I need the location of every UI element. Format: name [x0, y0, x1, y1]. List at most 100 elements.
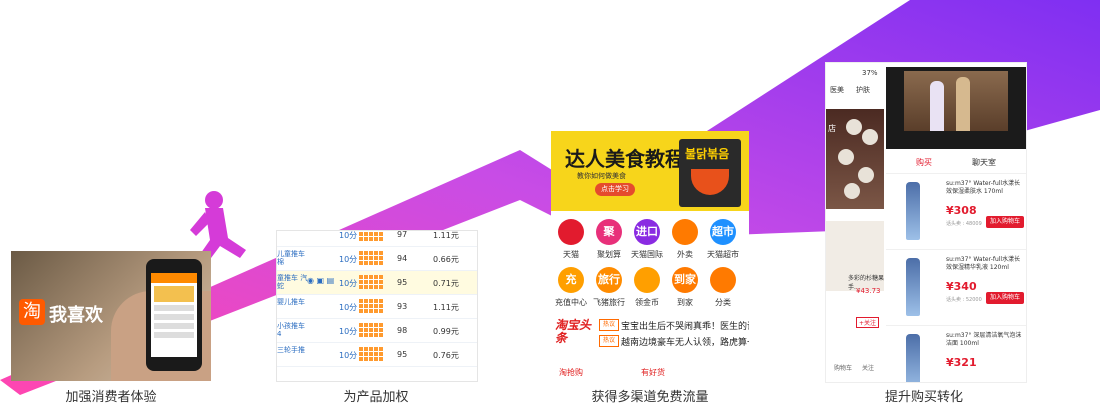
shortcut-icon[interactable]: 超市: [710, 219, 736, 245]
rank-grid-icon: [359, 347, 383, 361]
score: 95: [397, 278, 408, 287]
tab-chat[interactable]: 聊天室: [972, 157, 996, 168]
follow-nav[interactable]: 关注: [862, 363, 874, 372]
shortcut-icon[interactable]: [634, 267, 660, 293]
score: 98: [397, 326, 408, 335]
price: 1.11元: [433, 303, 459, 312]
rank-grid-icon: [359, 251, 383, 265]
table-row[interactable]: 儿童推车 棉 10分 94 0.66元: [277, 247, 477, 271]
duration: 10分: [339, 231, 358, 240]
sales-count: 话头卖 : 52000: [946, 297, 982, 303]
shortcut-icon[interactable]: 聚: [596, 219, 622, 245]
headline-news[interactable]: 淘宝头条 热议 宝宝出生后不哭闹真乖！医生的话... 热议 越南边境豪车无人认领…: [551, 317, 749, 357]
tab-buy[interactable]: 购买: [916, 157, 932, 168]
shortcut-label: 领金币: [635, 298, 659, 307]
bottle-icon: [906, 258, 920, 316]
learn-button[interactable]: 点击学习: [595, 183, 635, 196]
news-text[interactable]: 越南边境豪车无人认领，路虎算一...: [621, 335, 749, 348]
phone-screen: [151, 273, 197, 357]
add-to-cart-button[interactable]: 加入购物车: [986, 292, 1024, 304]
score: 93: [397, 302, 408, 311]
product-name[interactable]: su:m37° Water-full水漾长效保湿柔肤水 170ml: [946, 180, 1024, 196]
left-tab[interactable]: 医美: [830, 85, 844, 95]
duration: 10分: [339, 351, 358, 360]
rank-grid-icon: [359, 299, 383, 313]
taobao-logo-icon: 淘: [19, 299, 45, 325]
duration: 10分: [339, 303, 358, 312]
table-row[interactable]: 童推车 汽蛇 ◉ ▣ ▤ 10分 95 0.71元: [277, 271, 477, 295]
price: 0.99元: [433, 327, 459, 336]
news-text[interactable]: 宝宝出生后不哭闹真乖！医生的话...: [621, 319, 749, 332]
product-name[interactable]: 童推车 汽蛇: [277, 274, 311, 290]
duration: 10分: [339, 279, 358, 288]
product-name[interactable]: 儿童推车 棉: [277, 250, 311, 266]
product-name[interactable]: 三轮手推: [277, 346, 311, 354]
shortcut-label: 到家: [677, 298, 693, 307]
shortcut-icon[interactable]: [672, 219, 698, 245]
table-row[interactable]: 10分 97 1.11元: [277, 230, 477, 247]
caption-3: 获得多渠道免费流量: [591, 390, 709, 405]
battery-status: 37%: [862, 69, 878, 77]
banner-subtitle: 教你如何做美食: [577, 172, 626, 180]
bottle-icon: [906, 182, 920, 240]
score: 94: [397, 254, 408, 263]
price: 1.11元: [433, 231, 459, 240]
consumer-experience-image: 淘 我喜欢: [11, 251, 211, 381]
product-item[interactable]: su:m37° Water-full水漾长效保湿精华乳液 120ml ¥340 话头…: [886, 249, 1026, 326]
shortcut-label: 天猫国际: [631, 250, 663, 259]
product-price: ¥308: [946, 204, 977, 217]
duration: 10分: [339, 327, 358, 336]
product-item[interactable]: su:m37° Water-full水漾长效保湿柔肤水 170ml ¥308 话头卖…: [886, 173, 1026, 250]
host-person-icon: [930, 81, 944, 131]
sales-count: 话头卖 : 48009: [946, 221, 982, 227]
price: 0.71元: [433, 279, 459, 288]
bottom-links: 淘抢购 有好货: [551, 367, 749, 381]
score: 95: [397, 350, 408, 359]
action-icons[interactable]: ◉ ▣ ▤: [307, 276, 334, 285]
live-video[interactable]: [886, 67, 1026, 149]
live-tabs: 购买 聊天室: [886, 151, 1026, 171]
rank-grid-icon: [359, 323, 383, 337]
live-shopping-screen: 37% 医美 护肤 店 多彩的杉糖果手... ¥43.73 +关注 购物车 关注…: [825, 62, 1027, 383]
shortcut-label: 飞猪旅行: [593, 298, 625, 307]
flash-sale-link[interactable]: 淘抢购: [559, 367, 583, 378]
table-row[interactable]: 婴儿推车 10分 93 1.11元: [277, 295, 477, 319]
shortcut-icon[interactable]: 旅行: [596, 267, 622, 293]
caption-2: 为产品加权: [343, 390, 409, 405]
good-goods-link[interactable]: 有好货: [641, 367, 665, 378]
product-name[interactable]: su:m37° Water-full水漾长效保湿精华乳液 120ml: [946, 256, 1024, 272]
product-name[interactable]: 婴儿推车: [277, 298, 311, 306]
product-name[interactable]: 小孩推车 4: [277, 322, 311, 338]
duration: 10分: [339, 255, 358, 264]
shortcut-icon[interactable]: [558, 219, 584, 245]
shortcut-icon[interactable]: 充: [558, 267, 584, 293]
left-price: ¥43.73: [856, 287, 881, 295]
news-tag: 热议: [599, 335, 619, 347]
shortcut-label: 聚划算: [597, 250, 621, 259]
shortcut-label: 天猫超市: [707, 250, 739, 259]
ranking-table: 10分 97 1.11元 儿童推车 棉 10分 94 0.66元 童推车 汽蛇 ◉ ▣ ▤ 10分…: [276, 230, 478, 382]
product-item[interactable]: su:m37° 深层清洁氧气泡沫洁面 100ml ¥321: [886, 325, 1026, 382]
table-row[interactable]: 三轮手推 10分 95 0.76元: [277, 343, 477, 367]
score: 97: [397, 230, 408, 239]
price: 0.66元: [433, 255, 459, 264]
left-tab[interactable]: 护肤: [856, 85, 870, 95]
cart-nav[interactable]: 购物车: [834, 363, 852, 372]
food-tutorial-banner[interactable]: 达人美食教程 教你如何做美食 点击学习 불닭볶음: [551, 131, 749, 211]
host-person-icon: [956, 77, 970, 131]
table-row[interactable]: 小孩推车 4 10分 98 0.99元: [277, 319, 477, 343]
shortcut-icon[interactable]: 到家: [672, 267, 698, 293]
taobao-home-screen: 达人美食教程 教你如何做美食 点击学习 불닭볶음 天猫 聚聚划算 进口 天猫国际 外卖 超…: [551, 131, 749, 381]
product-name[interactable]: su:m37° 深层清洁氧气泡沫洁面 100ml: [946, 332, 1024, 348]
product-price: ¥321: [946, 356, 977, 369]
shortcut-icon[interactable]: [710, 267, 736, 293]
shortcut-icon[interactable]: 进口: [634, 219, 660, 245]
bottle-icon: [906, 334, 920, 382]
news-tag: 热议: [599, 319, 619, 331]
follow-button[interactable]: +关注: [856, 317, 880, 328]
package-label: 불닭볶음: [685, 147, 730, 161]
store-column: 医美 护肤 店 多彩的杉糖果手... ¥43.73 +关注 购物车 关注: [826, 81, 886, 382]
add-to-cart-button[interactable]: 加入购物车: [986, 216, 1024, 228]
product-price: ¥340: [946, 280, 977, 293]
noodle-package-image: 불닭볶음: [679, 139, 741, 207]
